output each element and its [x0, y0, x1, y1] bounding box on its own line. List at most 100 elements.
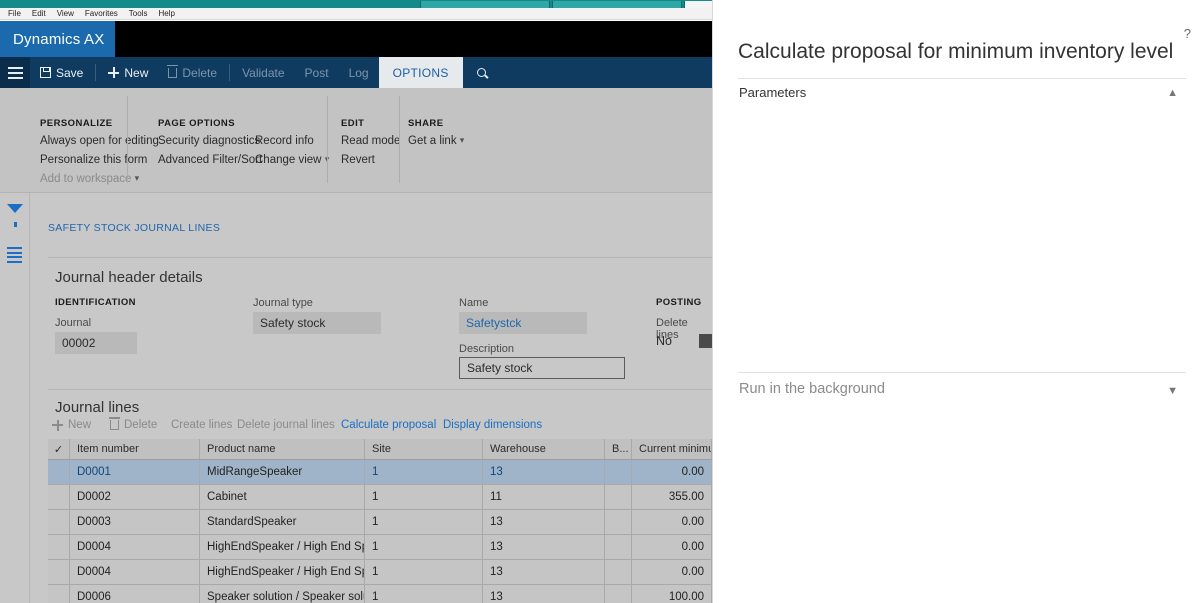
cell-warehouse[interactable]: 13 [483, 535, 605, 559]
row-selector[interactable] [48, 510, 70, 534]
journal-field-label: Journal [55, 317, 92, 329]
chevron-up-icon[interactable]: ▲ [1167, 87, 1178, 99]
cell-warehouse[interactable]: 13 [483, 510, 605, 534]
cell-item-number[interactable]: D0004 [70, 560, 200, 584]
table-row[interactable]: D0004 HighEndSpeaker / High End Spe... 1… [48, 535, 712, 560]
name-field-label: Name [459, 297, 489, 309]
cell-warehouse[interactable]: 13 [483, 560, 605, 584]
chevron-down-icon[interactable]: ▼ [1167, 385, 1178, 397]
ribbon-item-security-diagnostics[interactable]: Security diagnostics [158, 132, 262, 151]
ribbon-item-change-view[interactable]: Change view ▾ [255, 151, 329, 170]
fasttab-parameters[interactable]: Parameters [739, 85, 806, 100]
column-header-item-number[interactable]: Item number [70, 439, 200, 459]
row-selector[interactable] [48, 485, 70, 509]
show-lines-icon[interactable] [7, 247, 23, 263]
journal-type-field[interactable]: Safety stock [253, 312, 381, 334]
app-logo[interactable]: Dynamics AX [0, 21, 115, 57]
browser-menu-edit[interactable]: Edit [32, 8, 46, 20]
delete-lines-value: No [656, 334, 672, 348]
name-field[interactable]: Safetystck [459, 312, 587, 334]
browser-menu-view[interactable]: View [57, 8, 74, 20]
divider [48, 257, 712, 258]
new-button[interactable]: New [98, 57, 158, 88]
divider [95, 64, 97, 81]
validate-button[interactable]: Validate [232, 57, 294, 88]
lines-new-button[interactable]: New [52, 419, 91, 431]
ribbon-group-page-options: PAGE OPTIONS Security diagnostics Advanc… [128, 88, 329, 193]
cell-site[interactable]: 1 [365, 585, 483, 603]
ribbon-item-revert[interactable]: Revert [341, 151, 400, 170]
post-button[interactable]: Post [295, 57, 339, 88]
cell-product-name: StandardSpeaker [200, 510, 365, 534]
table-row[interactable]: D0004 HighEndSpeaker / High End Spe... 1… [48, 560, 712, 585]
cell-b [605, 585, 632, 603]
row-selector[interactable] [48, 560, 70, 584]
cell-product-name: HighEndSpeaker / High End Spe... [200, 560, 365, 584]
delete-journal-lines-button[interactable]: Delete journal lines [237, 419, 335, 431]
hamburger-icon[interactable] [0, 57, 30, 88]
fasttab-run-in-background[interactable]: Run in the background [739, 381, 885, 397]
table-row[interactable]: D0001 MidRangeSpeaker 1 13 0.00 [48, 460, 712, 485]
browser-tab[interactable] [552, 1, 682, 8]
save-button[interactable]: Save [30, 57, 93, 88]
table-row[interactable]: D0003 StandardSpeaker 1 13 0.00 [48, 510, 712, 535]
row-selector[interactable] [48, 460, 70, 484]
filter-funnel-icon[interactable] [7, 204, 23, 229]
cell-site[interactable]: 1 [365, 485, 483, 509]
cell-warehouse[interactable]: 13 [483, 585, 605, 603]
description-field-label: Description [459, 343, 515, 355]
column-header-warehouse[interactable]: Warehouse [483, 439, 605, 459]
display-dimensions-button[interactable]: Display dimensions [443, 419, 542, 431]
cell-b [605, 510, 632, 534]
ribbon-item-get-a-link[interactable]: Get a link ▾ [408, 132, 464, 151]
journal-field[interactable]: 00002 [55, 332, 137, 354]
ribbon-item-read-mode[interactable]: Read mode [341, 132, 400, 151]
calculate-proposal-button[interactable]: Calculate proposal [341, 419, 436, 431]
cell-warehouse[interactable]: 11 [483, 485, 605, 509]
browser-menu-file[interactable]: File [8, 8, 21, 20]
calculate-proposal-dialog: ? Calculate proposal for minimum invento… [712, 0, 1200, 603]
ribbon-item-record-info[interactable]: Record info [255, 132, 329, 151]
plus-icon [108, 67, 120, 78]
cell-site[interactable]: 1 [365, 460, 483, 484]
divider [229, 64, 231, 81]
journal-lines-title: Journal lines [55, 399, 140, 416]
row-selector[interactable] [48, 535, 70, 559]
delete-button[interactable]: Delete [158, 57, 227, 88]
column-header-product-name[interactable]: Product name [200, 439, 365, 459]
help-question-icon[interactable]: ? [1184, 26, 1191, 41]
cell-item-number[interactable]: D0004 [70, 535, 200, 559]
ribbon-group-personalize: PERSONALIZE Always open for editing Pers… [0, 88, 159, 193]
create-lines-button[interactable]: Create lines [171, 419, 232, 431]
plus-icon [52, 419, 63, 431]
divider [738, 372, 1186, 373]
delete-lines-toggle[interactable] [699, 334, 712, 348]
search-button[interactable] [463, 57, 501, 88]
cell-item-number[interactable]: D0003 [70, 510, 200, 534]
dialog-title: Calculate proposal for minimum inventory… [738, 40, 1174, 63]
select-all-checkmark-icon[interactable]: ✓ [48, 439, 70, 459]
cell-site[interactable]: 1 [365, 535, 483, 559]
browser-menu-favorites[interactable]: Favorites [85, 8, 118, 20]
cell-warehouse[interactable]: 13 [483, 460, 605, 484]
description-field[interactable]: Safety stock [459, 357, 625, 379]
column-header-b[interactable]: B... [605, 439, 632, 459]
table-row[interactable]: D0002 Cabinet 1 11 355.00 [48, 485, 712, 510]
cell-site[interactable]: 1 [365, 510, 483, 534]
ribbon-group-edit: EDIT Read mode Revert [328, 88, 400, 193]
cell-site[interactable]: 1 [365, 560, 483, 584]
cell-item-number[interactable]: D0002 [70, 485, 200, 509]
column-header-site[interactable]: Site [365, 439, 483, 459]
ribbon-item-advanced-filter-sort[interactable]: Advanced Filter/Sort [158, 151, 262, 170]
table-row[interactable]: D0006 Speaker solution / Speaker solut..… [48, 585, 712, 603]
browser-tab[interactable] [420, 1, 550, 8]
browser-menu-tools[interactable]: Tools [129, 8, 148, 20]
journal-lines-grid: ✓ Item number Product name Site Warehous… [48, 439, 712, 603]
column-header-current-minimum[interactable]: Current minimu... [632, 439, 712, 459]
breadcrumb[interactable]: SAFETY STOCK JOURNAL LINES [48, 222, 220, 234]
browser-menu-help[interactable]: Help [158, 8, 174, 20]
cell-item-number[interactable]: D0001 [70, 460, 200, 484]
lines-delete-button[interactable]: Delete [109, 417, 157, 431]
tab-options[interactable]: OPTIONS [378, 57, 463, 88]
log-button[interactable]: Log [339, 57, 379, 88]
